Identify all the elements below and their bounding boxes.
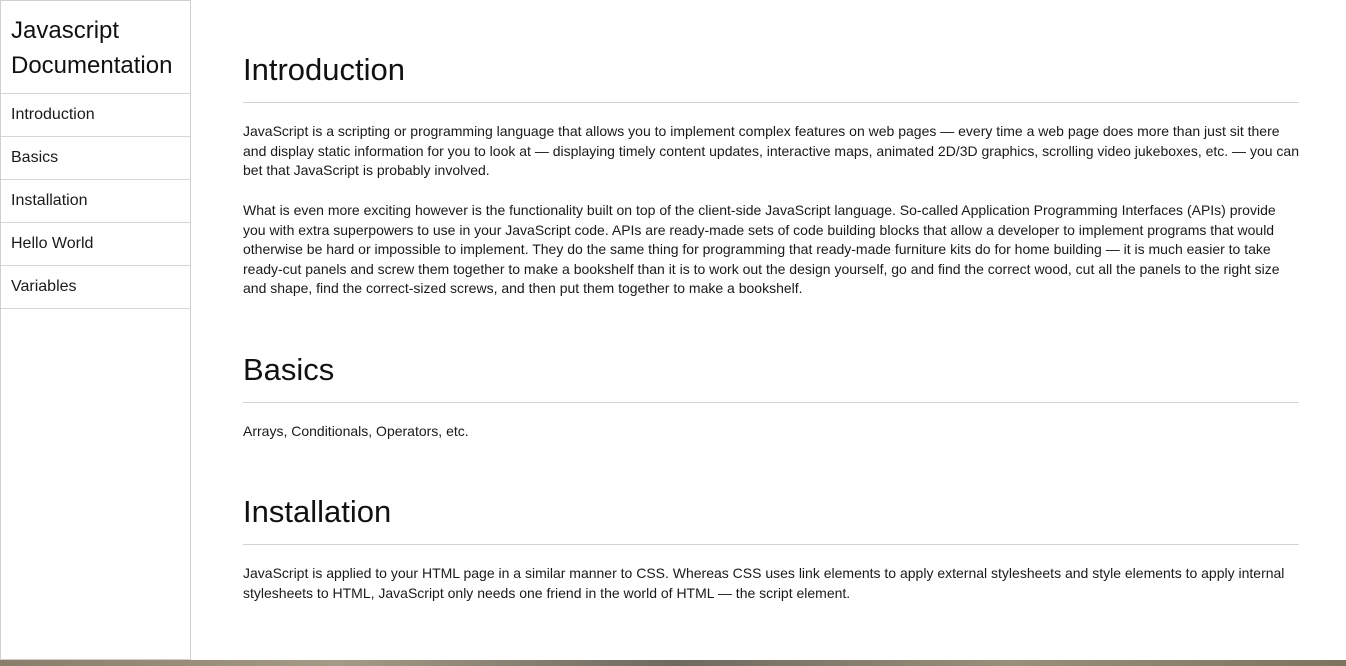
nav-list: Introduction Basics Installation Hello W… (1, 94, 190, 309)
nav-link-variables[interactable]: Variables (1, 266, 190, 309)
documentation-page: Javascript Documentation Introduction Ba… (0, 0, 1346, 660)
section-paragraph: JavaScript is a scripting or programming… (243, 123, 1299, 179)
section-paragraph: What is even more exciting however is th… (243, 202, 1280, 297)
nav-list-item: Variables (1, 266, 190, 309)
desktop-strip (0, 660, 1346, 666)
section-introduction: Introduction JavaScript is a scripting o… (243, 52, 1299, 296)
nav-list-item: Installation (1, 180, 190, 223)
nav-list-item: Basics (1, 137, 190, 180)
section-heading: Installation (243, 494, 1299, 545)
section-heading: Introduction (243, 52, 1299, 103)
section-paragraph: Arrays, Conditionals, Operators, etc. (243, 423, 469, 439)
section-heading: Basics (243, 352, 1299, 403)
section-basics: Basics Arrays, Conditionals, Operators, … (243, 352, 1299, 439)
section-installation: Installation JavaScript is applied to yo… (243, 494, 1299, 601)
sidebar-title: Javascript Documentation (1, 1, 190, 94)
nav-sidebar: Javascript Documentation Introduction Ba… (0, 0, 191, 660)
section-paragraph: JavaScript is applied to your HTML page … (243, 565, 1285, 601)
nav-list-item: Hello World (1, 223, 190, 266)
nav-link-hello-world[interactable]: Hello World (1, 223, 190, 266)
nav-link-installation[interactable]: Installation (1, 180, 190, 223)
nav-link-basics[interactable]: Basics (1, 137, 190, 180)
nav-list-item: Introduction (1, 94, 190, 137)
nav-link-introduction[interactable]: Introduction (1, 94, 190, 137)
